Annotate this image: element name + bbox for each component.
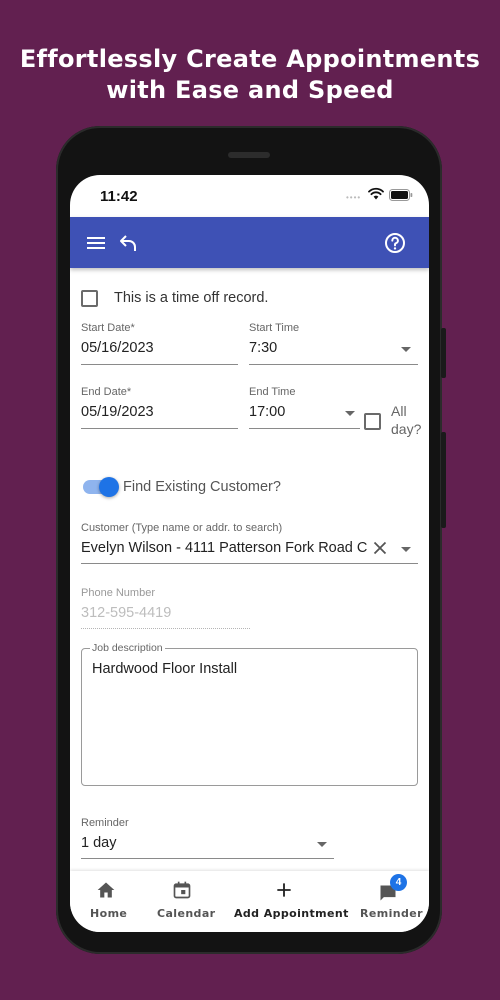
all-day-label-line2: day?	[391, 421, 422, 437]
customer-label: Customer (Type name or addr. to search)	[81, 522, 283, 534]
nav-add-appointment[interactable]: Add Appointment	[230, 871, 348, 932]
nav-calendar[interactable]: Calendar	[150, 871, 222, 932]
phone-screen: 11:42 •••• This is a time off record. St…	[70, 175, 429, 932]
phone-underline	[81, 628, 250, 629]
start-date-field[interactable]: 05/16/2023	[81, 340, 154, 356]
promo-headline-line2: with Ease and Speed	[106, 76, 394, 104]
phone-side-button	[441, 328, 446, 378]
start-time-select[interactable]: 7:30	[249, 340, 277, 356]
end-date-label: End Date*	[81, 386, 132, 398]
phone-side-button	[441, 432, 446, 528]
clear-icon[interactable]	[372, 540, 388, 556]
start-date-label: Start Date*	[81, 322, 135, 334]
time-off-checkbox[interactable]	[81, 290, 98, 307]
nav-reminder-label: Reminder	[360, 907, 423, 920]
battery-icon	[389, 189, 413, 201]
home-icon	[97, 882, 115, 898]
status-time: 11:42	[100, 188, 138, 205]
bottom-navigation: Home Calendar Add Appointment 4 Reminder	[70, 871, 429, 932]
help-icon[interactable]	[383, 231, 407, 255]
calendar-icon	[173, 881, 191, 899]
status-bar: 11:42 ••••	[70, 175, 429, 217]
promo-headline-line1: Effortlessly Create Appointments	[19, 45, 481, 73]
reminder-select[interactable]: 1 day	[81, 835, 116, 851]
reminder-dropdown-icon[interactable]	[317, 842, 327, 847]
promo-headline: Effortlessly Create Appointments with Ea…	[0, 44, 500, 106]
end-date-underline	[81, 428, 238, 429]
undo-icon[interactable]	[117, 231, 141, 255]
app-bar	[70, 217, 429, 268]
nav-reminder[interactable]: 4 Reminder	[352, 871, 429, 932]
wifi-icon	[368, 187, 384, 200]
reminder-label: Reminder	[81, 817, 129, 829]
signal-dots-icon: ••••	[346, 193, 362, 202]
find-customer-label: Find Existing Customer?	[123, 479, 281, 495]
menu-icon[interactable]	[84, 231, 108, 255]
end-time-underline	[249, 428, 360, 429]
customer-dropdown-icon[interactable]	[401, 547, 411, 552]
end-time-label: End Time	[249, 386, 296, 398]
job-description-text[interactable]: Hardwood Floor Install	[92, 661, 237, 677]
all-day-label-line1: All	[391, 403, 407, 419]
all-day-checkbox[interactable]	[364, 413, 381, 430]
end-time-select[interactable]: 17:00	[249, 404, 285, 420]
find-customer-toggle-knob[interactable]	[99, 477, 119, 497]
start-time-label: Start Time	[249, 322, 300, 334]
start-time-dropdown-icon[interactable]	[401, 347, 411, 352]
nav-add-appointment-label: Add Appointment	[234, 907, 349, 920]
end-date-field[interactable]: 05/19/2023	[81, 404, 154, 420]
reminder-badge: 4	[390, 874, 407, 891]
appointment-form: This is a time off record. Start Date* 0…	[70, 268, 429, 871]
reminder-underline	[81, 858, 334, 859]
nav-calendar-label: Calendar	[157, 907, 216, 920]
nav-home-label: Home	[90, 907, 128, 920]
end-time-dropdown-icon[interactable]	[345, 411, 355, 416]
start-time-underline	[249, 364, 418, 365]
time-off-label: This is a time off record.	[114, 290, 269, 306]
phone-field[interactable]: 312-595-4419	[81, 605, 171, 621]
job-description-label: Job description	[90, 642, 165, 654]
customer-input[interactable]: Evelyn Wilson - 4111 Patterson Fork Road…	[81, 540, 367, 556]
phone-label: Phone Number	[81, 587, 155, 599]
nav-home[interactable]: Home	[70, 871, 142, 932]
customer-underline	[81, 563, 418, 564]
start-date-underline	[81, 364, 238, 365]
plus-icon	[277, 883, 291, 897]
phone-speaker	[228, 152, 270, 158]
